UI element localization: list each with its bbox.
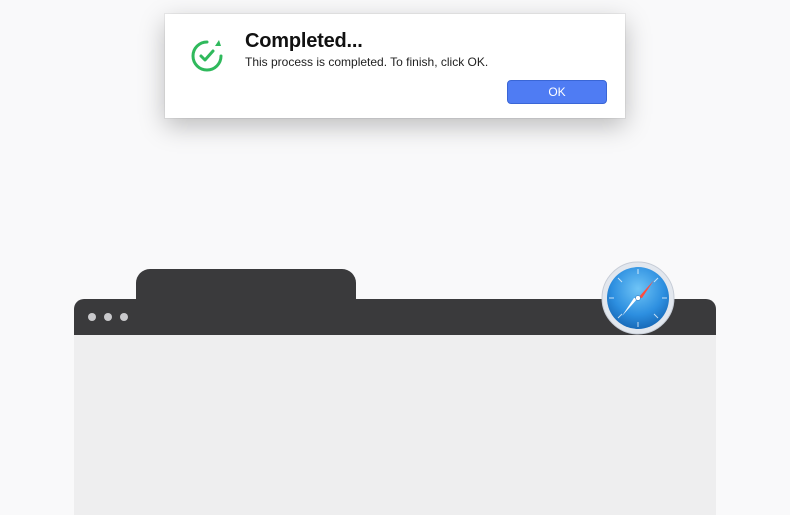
safari-compass-icon[interactable]	[598, 258, 678, 338]
dialog-body: Completed... This process is completed. …	[231, 30, 607, 104]
ok-button[interactable]: OK	[507, 80, 607, 104]
window-zoom-icon[interactable]	[120, 313, 128, 321]
dialog-message: This process is completed. To finish, cl…	[245, 55, 607, 69]
dialog-actions: OK	[245, 80, 607, 104]
window-close-icon[interactable]	[88, 313, 96, 321]
checkmark-refresh-icon	[183, 32, 231, 80]
dialog-title: Completed...	[245, 30, 607, 53]
browser-content-area	[74, 335, 716, 515]
browser-tab[interactable]	[136, 269, 356, 299]
window-minimize-icon[interactable]	[104, 313, 112, 321]
completion-dialog: Completed... This process is completed. …	[165, 14, 625, 118]
